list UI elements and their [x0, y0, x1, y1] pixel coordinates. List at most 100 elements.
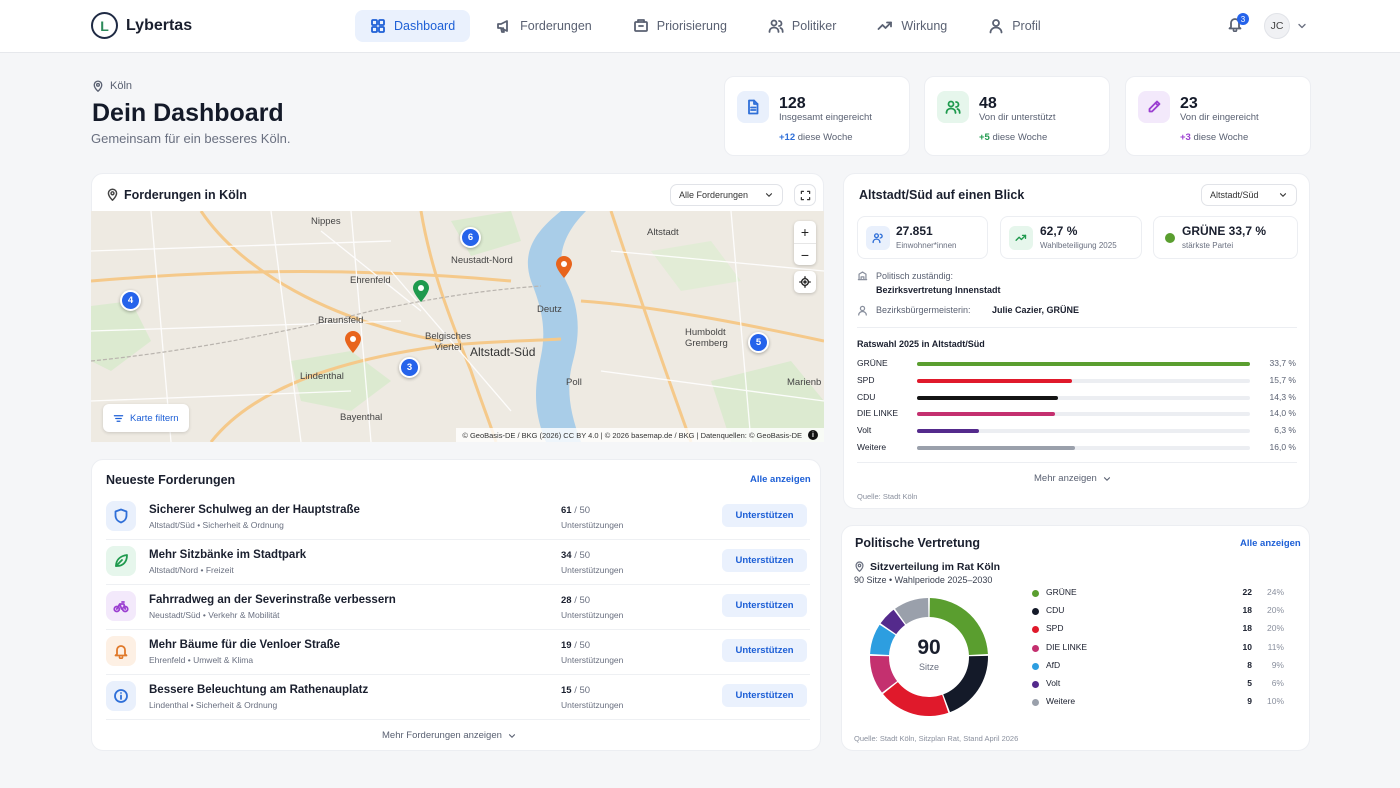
- fullscreen-button[interactable]: [794, 184, 816, 206]
- party-name: SPD: [1046, 623, 1064, 634]
- demand-row[interactable]: Mehr Sitzbänke im Stadtpark Altstadt/Nor…: [106, 540, 810, 585]
- nav-label: Forderungen: [520, 19, 592, 33]
- demand-title[interactable]: Bessere Beleuchtung am Rathenauplatz: [149, 684, 368, 696]
- pencil-icon: [1148, 100, 1161, 113]
- party-seat-percent: 10%: [1266, 696, 1284, 707]
- demand-meta: Altstadt/Süd • Sicherheit & Ordnung: [149, 520, 284, 530]
- party-percent: 15,7 %: [1269, 374, 1296, 385]
- map-cluster-marker[interactable]: 6: [460, 227, 481, 248]
- district-source: Quelle: Stadt Köln: [857, 492, 918, 501]
- party-name: AfD: [1046, 659, 1061, 670]
- party-seats: 5: [1247, 678, 1252, 688]
- info-icon[interactable]: i: [808, 430, 818, 440]
- nav-politiker[interactable]: Politiker: [753, 10, 851, 42]
- nav-wirkung[interactable]: Wirkung: [862, 10, 962, 42]
- nav-forderungen[interactable]: Forderungen: [481, 10, 607, 42]
- support-button[interactable]: Unterstützen: [722, 594, 807, 617]
- district-select[interactable]: Altstadt/Süd: [1201, 184, 1297, 206]
- map-cluster-marker[interactable]: 4: [120, 290, 141, 311]
- map-label: Humboldt Gremberg: [685, 327, 728, 349]
- map-attribution: © GeoBasis-DE / BKG (2026) CC BY 4.0 | ©…: [456, 428, 824, 442]
- bar-fill: [917, 362, 1250, 366]
- party-seat-percent: 9%: [1271, 659, 1284, 670]
- document-icon: [748, 99, 759, 115]
- party-color-dot: [1032, 590, 1039, 597]
- map-label: Ehrenfeld: [350, 275, 391, 286]
- nav-profil[interactable]: Profil: [973, 10, 1055, 42]
- demand-meta: Neustadt/Süd • Verkehr & Mobilität: [149, 610, 280, 620]
- avatar[interactable]: JC: [1264, 13, 1290, 39]
- election-bar-row: GRÜNE 33,7 %: [857, 358, 1297, 372]
- zoom-out-button[interactable]: −: [794, 243, 816, 265]
- filter-icon: [113, 414, 124, 422]
- representation-all-link[interactable]: Alle anzeigen: [1240, 538, 1301, 549]
- stat-icon-box: [737, 91, 769, 123]
- kpi-value: 27.851: [896, 224, 933, 238]
- nav-label: Wirkung: [901, 19, 948, 33]
- user-icon: [858, 305, 867, 316]
- party-color-dot: [1032, 662, 1039, 670]
- map-card-title: Forderungen in Köln: [124, 188, 247, 202]
- stat-card-supported: 48 Von dir unterstützt +5 diese Woche: [924, 76, 1110, 156]
- demand-row[interactable]: Fahrradweg an der Severinstraße verbesse…: [106, 585, 810, 630]
- demand-count-label: Unterstützungen: [561, 610, 624, 620]
- party-percent: 16,0 %: [1269, 442, 1296, 452]
- responsible-label: Politisch zuständig:: [876, 271, 954, 281]
- users-icon: [768, 19, 784, 33]
- page-subtitle: Gemeinsam für ein besseres Köln.: [91, 131, 291, 146]
- nav-dashboard[interactable]: Dashboard: [355, 10, 471, 42]
- demands-title: Neueste Forderungen: [106, 473, 236, 487]
- support-button[interactable]: Unterstützen: [722, 639, 807, 662]
- map-pin-marker-orange[interactable]: [555, 255, 573, 279]
- stat-label: Von dir unterstützt: [979, 112, 1056, 123]
- demand-count-label: Unterstützungen: [561, 565, 624, 575]
- support-button[interactable]: Unterstützen: [722, 504, 807, 527]
- party-seats: 9: [1247, 696, 1252, 707]
- leaf-icon: [115, 554, 128, 567]
- top-bar: L Lybertas Dashboard Forderungen Prioris…: [0, 0, 1400, 53]
- map-cluster-marker[interactable]: 3: [399, 357, 420, 378]
- party-color-dot: [1165, 233, 1175, 243]
- bar-fill: [917, 429, 980, 434]
- map-pin-icon: [855, 561, 864, 572]
- demands-card: Neueste Forderungen Alle anzeigen Sicher…: [91, 459, 821, 751]
- party-seat-percent: 6%: [1271, 678, 1284, 688]
- map-cluster-marker[interactable]: 5: [748, 332, 769, 353]
- party-name: GRÜNE: [857, 358, 888, 368]
- demand-title[interactable]: Mehr Bäume für die Venloer Straße: [149, 639, 340, 651]
- demand-row[interactable]: Bessere Beleuchtung am Rathenauplatz Lin…: [106, 675, 810, 720]
- support-button[interactable]: Unterstützen: [722, 684, 807, 707]
- demand-icon-box: [106, 591, 136, 621]
- users-icon: [945, 100, 961, 114]
- demand-row[interactable]: Mehr Bäume für die Venloer Straße Ehrenf…: [106, 630, 810, 675]
- demand-row[interactable]: Sicherer Schulweg an der Hauptstraße Alt…: [106, 495, 810, 540]
- support-button[interactable]: Unterstützen: [722, 549, 807, 572]
- demand-count: 61 / 50: [561, 505, 591, 516]
- map-view[interactable]: Nippes Ehrenfeld Neustadt-Nord Altstadt …: [91, 211, 824, 442]
- locate-button[interactable]: [794, 271, 816, 293]
- account-menu-toggle[interactable]: [1296, 20, 1308, 32]
- chevron-down-icon: [765, 193, 773, 197]
- map-pin-marker-orange[interactable]: [344, 330, 362, 354]
- zoom-in-button[interactable]: +: [801, 221, 809, 243]
- map-pin-marker-green[interactable]: [412, 279, 430, 303]
- demands-all-link[interactable]: Alle anzeigen: [750, 474, 811, 485]
- bar-track: [917, 378, 1250, 383]
- demand-title[interactable]: Fahrradweg an der Severinstraße verbesse…: [149, 594, 396, 606]
- map-label: Neustadt-Nord: [451, 255, 513, 266]
- nav-priorisierung[interactable]: Priorisierung: [618, 10, 742, 42]
- bar-track: [917, 362, 1250, 366]
- demand-title[interactable]: Sicherer Schulweg an der Hauptstraße: [149, 504, 360, 516]
- grid-icon: [371, 19, 385, 33]
- demand-count: 28 / 50: [561, 595, 591, 606]
- district-more-button[interactable]: Mehr anzeigen: [1034, 473, 1112, 484]
- demand-title[interactable]: Mehr Sitzbänke im Stadtpark: [149, 549, 306, 561]
- more-demands-button[interactable]: Mehr Forderungen anzeigen: [382, 730, 517, 741]
- demand-filter-select[interactable]: Alle Forderungen: [670, 184, 783, 206]
- brand[interactable]: L Lybertas: [91, 12, 192, 39]
- election-title: Ratswahl 2025 in Altstadt/Süd: [857, 339, 985, 349]
- chevron-down-icon: [1279, 193, 1287, 197]
- brand-logo-icon: L: [91, 12, 118, 39]
- map-filter-button[interactable]: Karte filtern: [103, 404, 189, 432]
- party-name: CDU: [857, 391, 876, 402]
